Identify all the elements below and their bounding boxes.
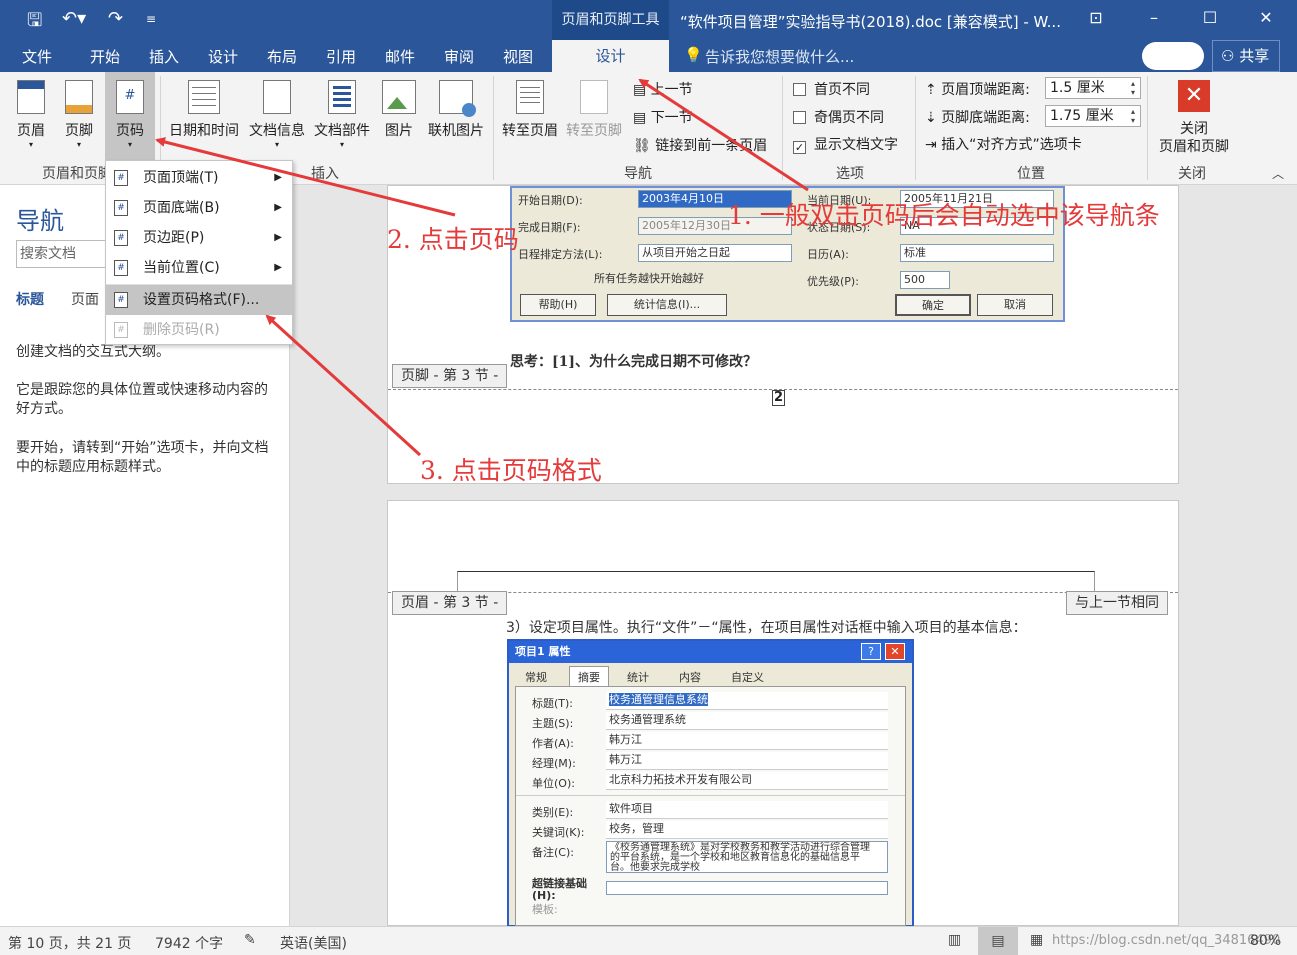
page-count[interactable]: 第 10 页，共 21 页: [8, 933, 131, 953]
annotation-arrows: [155, 78, 809, 457]
zoom-level[interactable]: 80%: [1250, 933, 1281, 949]
read-mode-icon[interactable]: ▥: [948, 932, 961, 948]
arrow-to-format: [265, 314, 422, 457]
arrow-to-design-tab: [638, 78, 809, 192]
proofing-icon[interactable]: ✎: [244, 932, 256, 948]
annotation-1: 1. 一般双击页码后会自动选中该导航条: [728, 201, 1160, 230]
word-count[interactable]: 7942 个字: [155, 933, 223, 953]
watermark-text: https://blog.csdn.net/qq_34816490: [1052, 933, 1281, 948]
language[interactable]: 英语(美国): [280, 933, 347, 953]
status-bar: 第 10 页，共 21 页 7942 个字 ✎ 英语(美国) ▥ ▤ ▦ htt…: [0, 926, 1297, 955]
web-layout-icon[interactable]: ▦: [1030, 932, 1043, 948]
arrow-to-page-number: [155, 137, 456, 217]
print-layout-icon[interactable]: ▤: [978, 927, 1018, 955]
annotation-2: 2. 点击页码: [387, 225, 519, 254]
annotation-3: 3. 点击页码格式: [420, 456, 602, 485]
